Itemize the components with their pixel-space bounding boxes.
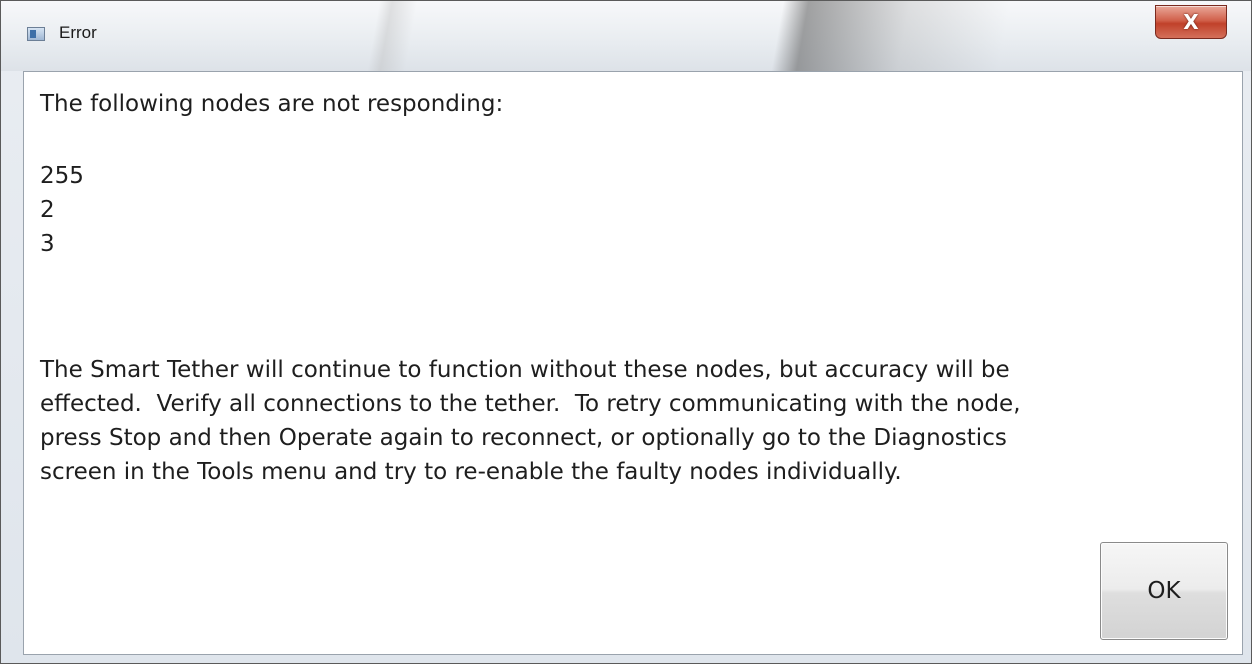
message-body: The Smart Tether will continue to functi…	[40, 353, 1225, 489]
window-title: Error	[59, 23, 97, 42]
ok-button[interactable]: OK	[1100, 542, 1228, 640]
ok-button-label: OK	[1147, 578, 1181, 604]
node-id-item: 3	[40, 231, 55, 257]
message-body-line: effected. Verify all connections to the …	[40, 391, 1021, 417]
message-body-line: The Smart Tether will continue to functi…	[40, 357, 1010, 383]
message-heading: The following nodes are not responding:	[40, 91, 504, 117]
close-button[interactable]: X	[1155, 5, 1227, 39]
title-bar[interactable]: Error X	[1, 1, 1251, 71]
dialog-content-area: The following nodes are not responding: …	[23, 71, 1243, 655]
error-dialog-window: Error X The following nodes are not resp…	[0, 0, 1252, 664]
message-body-line: screen in the Tools menu and try to re-e…	[40, 459, 902, 485]
node-id-item: 255	[40, 163, 84, 189]
message-body-line: press Stop and then Operate again to rec…	[40, 425, 1007, 451]
close-icon: X	[1183, 10, 1199, 34]
window-app-icon	[27, 27, 45, 41]
node-id-item: 2	[40, 197, 55, 223]
